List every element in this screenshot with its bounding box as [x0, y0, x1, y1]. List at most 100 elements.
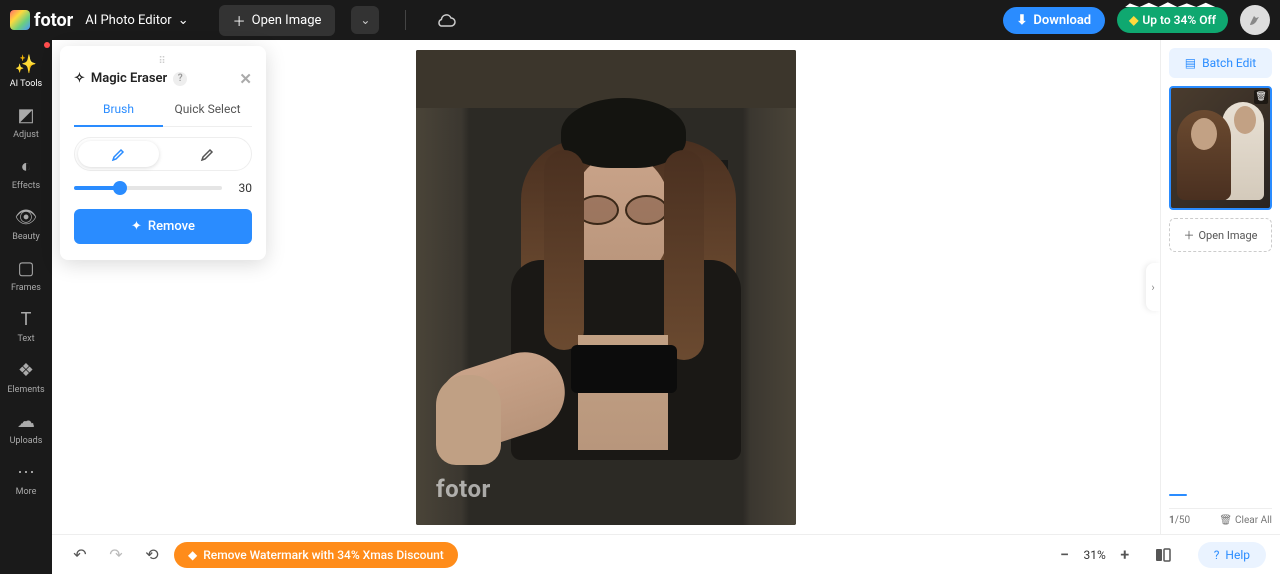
redo-button[interactable]: ↷: [102, 541, 130, 569]
compare-button[interactable]: [1150, 542, 1176, 568]
open-image-side-label: Open Image: [1198, 229, 1257, 242]
logo[interactable]: fotor: [10, 10, 73, 31]
erase-icon: [200, 146, 216, 162]
tab-quick-select[interactable]: Quick Select: [163, 96, 252, 126]
reset-button[interactable]: ⟲: [138, 541, 166, 569]
frames-icon: ▢: [17, 258, 34, 279]
sparkle-icon: ✨: [15, 54, 37, 75]
download-label: Download: [1033, 13, 1091, 28]
logo-text: fotor: [34, 10, 73, 31]
promo-label: Up to 34% Off: [1142, 13, 1216, 27]
uploads-icon: ☁: [17, 411, 35, 432]
zoom-out-button[interactable]: −: [1053, 544, 1075, 566]
sidebar-item-label: Effects: [12, 181, 40, 191]
user-avatar[interactable]: [1240, 5, 1270, 35]
sidebar-item-label: Beauty: [12, 232, 39, 242]
sidebar-item-beauty[interactable]: 👁 Beauty: [0, 199, 52, 250]
chevron-down-icon: ⌄: [178, 13, 189, 28]
undo-icon: ↶: [73, 545, 86, 564]
zoom-in-button[interactable]: +: [1114, 544, 1136, 566]
more-icon: ⋯: [17, 462, 35, 483]
chevron-down-icon: ⌄: [360, 13, 370, 27]
download-icon: ⬇: [1017, 13, 1028, 28]
brush-size-value: 30: [232, 181, 252, 195]
sidebar-item-effects[interactable]: ◐ Effects: [0, 148, 52, 199]
right-panel-collapse[interactable]: ›: [1146, 263, 1160, 311]
brush-icon: [111, 146, 127, 162]
beauty-icon: 👁: [15, 207, 38, 228]
open-image-side-button[interactable]: ＋ Open Image: [1169, 218, 1272, 252]
editor-mode-dropdown[interactable]: AI Photo Editor ⌄: [85, 13, 188, 28]
left-sidebar: ✨ AI Tools ◩Adjust ◐ Effects 👁 Beauty ▢ Fram…: [0, 40, 52, 574]
app-header: fotor AI Photo Editor ⌄ ＋ Open Image ⌄ ⬇…: [0, 0, 1280, 40]
canvas-image[interactable]: fotor: [416, 50, 796, 525]
bird-icon: [1247, 12, 1263, 28]
plus-icon: ＋: [233, 11, 246, 30]
zoom-controls: − 31% +: [1053, 542, 1175, 568]
remove-button[interactable]: ✦ Remove: [74, 209, 252, 244]
sidebar-item-more[interactable]: ⋯ More: [0, 454, 52, 505]
logo-icon: [10, 10, 30, 30]
watermark-promo-label: Remove Watermark with 34% Xmas Discount: [203, 548, 444, 562]
help-button[interactable]: ? Help: [1198, 542, 1266, 568]
eraser-icon: ✧: [74, 71, 85, 86]
brush-size-slider[interactable]: [74, 186, 222, 190]
sidebar-item-label: Elements: [7, 385, 44, 395]
sidebar-item-label: More: [16, 487, 37, 497]
diamond-icon: ◆: [1129, 13, 1138, 27]
clear-all-label: Clear All: [1235, 515, 1272, 526]
help-label: Help: [1225, 548, 1250, 562]
diamond-icon: ◆: [188, 548, 197, 562]
brush-add-button[interactable]: [78, 141, 159, 167]
download-button[interactable]: ⬇ Download: [1003, 7, 1106, 34]
promo-button[interactable]: ◆ Up to 34% Off: [1117, 7, 1228, 33]
bottom-bar: ↶ ↷ ⟲ ◆ Remove Watermark with 34% Xmas D…: [52, 534, 1280, 574]
zoom-value: 31%: [1083, 548, 1105, 562]
canvas-watermark: fotor: [436, 475, 491, 503]
sidebar-item-elements[interactable]: ❖ Elements: [0, 352, 52, 403]
page-indicator: 1/50: [1169, 515, 1190, 526]
tab-brush[interactable]: Brush: [74, 96, 163, 126]
brush-mode-toggle: [74, 137, 252, 171]
remove-label: Remove: [148, 219, 195, 234]
cloud-icon: [436, 13, 456, 27]
batch-edit-button[interactable]: ▤ Batch Edit: [1169, 48, 1272, 78]
cloud-sync-button[interactable]: [436, 13, 456, 27]
open-image-label: Open Image: [252, 13, 322, 28]
plus-icon: ＋: [1183, 227, 1194, 243]
redo-icon: ↷: [109, 545, 122, 564]
magic-eraser-panel: ⠿ ✧ Magic Eraser ? ✕ Brush Quick Select …: [60, 46, 266, 260]
close-icon[interactable]: ✕: [239, 70, 252, 88]
open-image-dropdown[interactable]: ⌄: [351, 6, 379, 34]
clear-all-button[interactable]: 🗑 Clear All: [1219, 515, 1272, 526]
sidebar-item-label: Text: [17, 334, 34, 344]
brush-erase-button[interactable]: [167, 141, 248, 167]
elements-icon: ❖: [18, 360, 34, 381]
sidebar-item-uploads[interactable]: ☁ Uploads: [0, 403, 52, 454]
sidebar-item-adjust[interactable]: ◩Adjust: [0, 97, 52, 148]
trash-icon: 🗑: [1219, 515, 1232, 526]
editor-mode-label: AI Photo Editor: [85, 13, 172, 28]
sidebar-item-label: Frames: [11, 283, 41, 293]
sidebar-item-text[interactable]: T Text: [0, 301, 52, 352]
scroll-indicator: [1169, 494, 1187, 496]
help-icon[interactable]: ?: [173, 72, 187, 86]
sidebar-item-label: Uploads: [10, 436, 43, 446]
help-icon: ?: [1214, 548, 1220, 562]
remove-watermark-promo[interactable]: ◆ Remove Watermark with 34% Xmas Discoun…: [174, 542, 458, 568]
panel-tabs: Brush Quick Select: [74, 96, 252, 127]
thumbnail-delete-button[interactable]: 🗑: [1254, 90, 1268, 104]
open-image-button[interactable]: ＋ Open Image: [219, 5, 336, 36]
batch-label: Batch Edit: [1202, 56, 1256, 70]
sidebar-item-label: AI Tools: [10, 79, 42, 89]
undo-button[interactable]: ↶: [66, 541, 94, 569]
panel-title: Magic Eraser: [91, 71, 167, 86]
text-icon: T: [21, 309, 32, 330]
sidebar-item-frames[interactable]: ▢ Frames: [0, 250, 52, 301]
effects-icon: ◐: [21, 156, 32, 177]
panel-drag-handle[interactable]: ⠿: [74, 56, 252, 67]
reset-icon: ⟲: [145, 545, 158, 564]
image-thumbnail[interactable]: 🗑: [1169, 86, 1272, 210]
sidebar-item-ai-tools[interactable]: ✨ AI Tools: [0, 46, 52, 97]
right-panel: ▤ Batch Edit 🗑 ＋ Open Image 1/50 🗑 Clear…: [1160, 40, 1280, 534]
